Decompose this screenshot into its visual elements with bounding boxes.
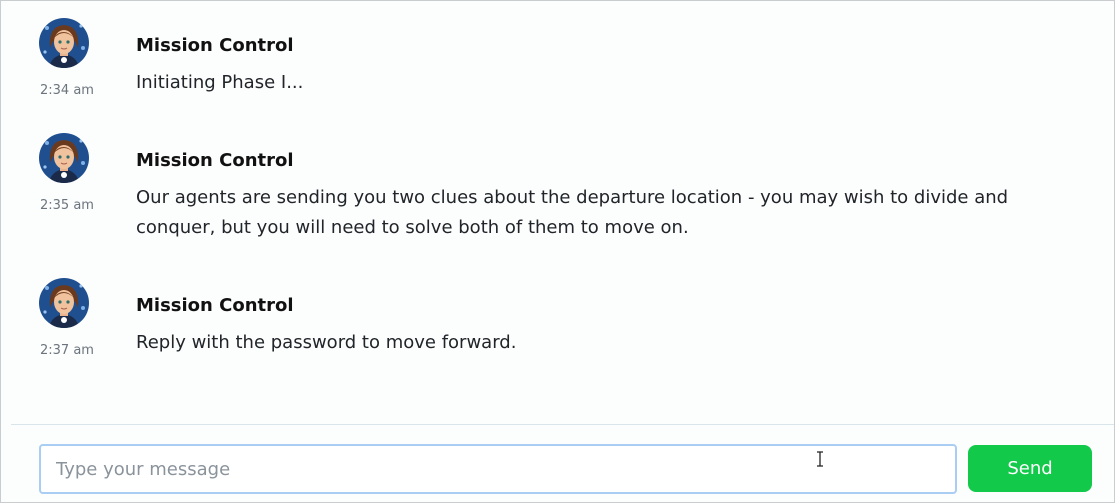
message-timestamp: 2:37 am bbox=[40, 343, 94, 358]
avatar bbox=[39, 133, 89, 183]
message-text: Initiating Phase I... bbox=[136, 72, 304, 93]
avatar bbox=[39, 278, 89, 328]
avatar bbox=[39, 18, 89, 68]
message-sender: Mission Control bbox=[136, 295, 294, 316]
message-list: 2:34 am Mission Control Initiating Phase… bbox=[1, 1, 1114, 423]
message-sender: Mission Control bbox=[136, 35, 294, 56]
send-button[interactable]: Send bbox=[968, 445, 1092, 492]
composer-divider bbox=[11, 424, 1114, 425]
message-timestamp: 2:34 am bbox=[40, 83, 94, 98]
chat-window: 2:34 am Mission Control Initiating Phase… bbox=[0, 0, 1115, 503]
message-text: Reply with the password to move forward. bbox=[136, 332, 517, 353]
text-cursor-icon bbox=[817, 451, 823, 467]
message-text: Our agents are sending you two clues abo… bbox=[136, 187, 1009, 238]
message-sender: Mission Control bbox=[136, 150, 294, 171]
message-timestamp: 2:35 am bbox=[40, 198, 94, 213]
